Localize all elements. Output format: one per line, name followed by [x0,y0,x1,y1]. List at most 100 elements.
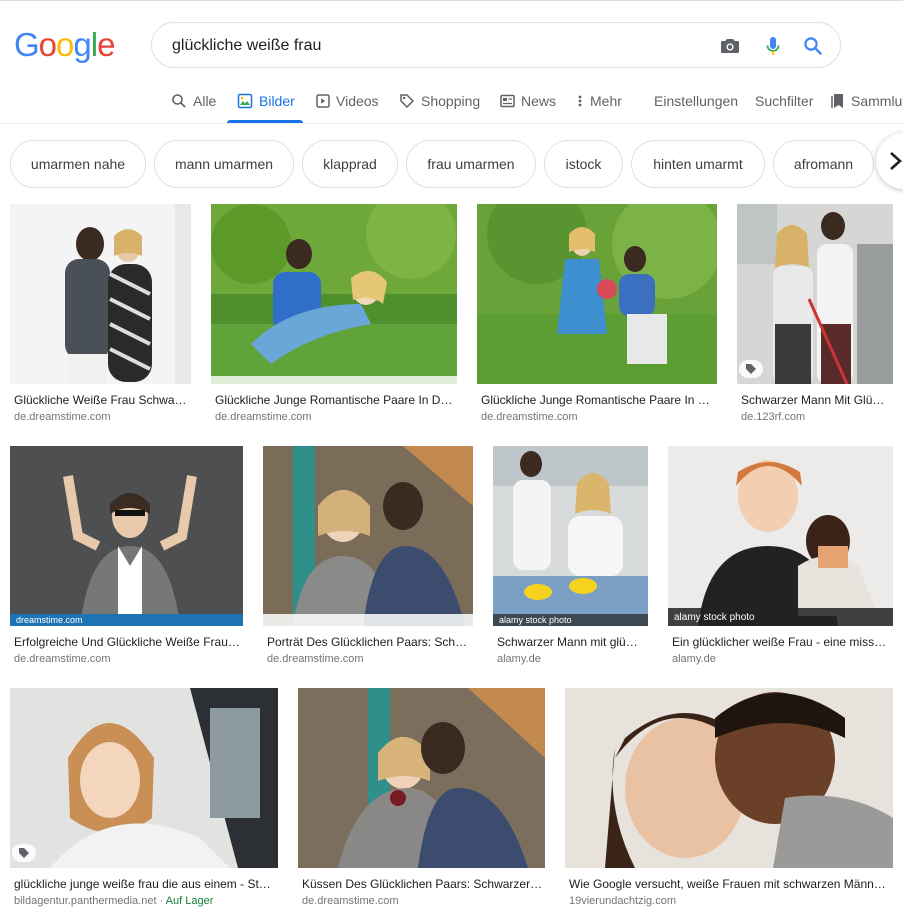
result-title[interactable]: Schwarzer Mann Mit Glü… [741,393,893,407]
logo-letter: o [38,26,57,63]
result-title[interactable]: Glückliche Junge Romantische Paare In … [481,393,717,407]
tab-label: Bilder [259,93,295,109]
related-searches: umarmen nahe mann umarmen klapprad frau … [0,140,903,188]
tab-videos[interactable]: Videos [316,80,379,122]
result-title[interactable]: Schwarzer Mann mit glü… [497,635,648,649]
result-thumbnail[interactable] [737,204,893,384]
video-icon [316,94,330,108]
result-source[interactable]: alamy.de [672,652,716,666]
result-source[interactable]: de.dreamstime.com [14,652,111,666]
result-source[interactable]: de.123rf.com [741,410,805,424]
tab-label: Alle [193,93,217,109]
result-thumbnail[interactable] [10,446,243,626]
tag-icon [746,364,756,374]
result-title[interactable]: Wie Google versucht, weiße Frauen mit sc… [569,877,891,891]
tab-label: News [521,93,557,109]
tab-shopping[interactable]: Shopping [399,80,480,122]
tab-images[interactable]: Bilder [237,80,295,122]
result-title[interactable]: Glückliche Junge Romantische Paare In D… [215,393,457,407]
image-result[interactable]: dreamstime.com Erfolgreiche Und Glücklic… [10,446,243,672]
tools-link[interactable]: Suchfilter [755,80,813,122]
related-chip[interactable]: mann umarmen [154,140,294,188]
watermark-text: alamy stock photo [674,612,755,623]
result-source[interactable]: de.dreamstime.com [215,410,312,424]
result-thumbnail[interactable] [493,446,648,626]
search-input[interactable]: glückliche weiße frau [172,35,321,57]
tab-label: Shopping [421,93,481,109]
search-icon[interactable] [801,34,825,58]
related-chip[interactable]: hinten umarmt [631,140,765,188]
image-result[interactable]: alamy stock photo Ein glücklicher weiße … [668,446,893,672]
result-thumbnail[interactable] [565,688,893,868]
related-chip[interactable]: klapprad [302,140,398,188]
tabs-divider [0,123,903,124]
chevron-right-icon [890,152,902,170]
tab-label: Mehr [590,93,622,109]
search-icon [172,94,186,108]
image-result[interactable]: Schwarzer Mann Mit Glü… de.123rf.com [737,204,893,430]
image-result[interactable]: Porträt Des Glücklichen Paars: Sch… de.d… [263,446,473,672]
image-result[interactable]: Glückliche Junge Romantische Paare In D…… [211,204,457,430]
related-chip[interactable]: istock [544,140,623,188]
search-box[interactable]: glückliche weiße frau [151,22,841,68]
tag-badge [12,844,36,862]
tag-icon [19,848,29,858]
tab-more[interactable]: Mehr [576,80,622,122]
logo-letter: e [97,26,115,63]
collections-link[interactable]: Sammlungen [831,80,903,122]
related-chip[interactable]: frau umarmen [406,140,536,188]
result-thumbnail[interactable] [211,204,457,384]
bookmark-icon [831,94,843,108]
image-result[interactable]: alamy stock photo Schwarzer Mann mit glü… [493,446,648,672]
in-stock-label: Auf Lager [165,895,214,907]
related-chip[interactable]: umarmen nahe [10,140,146,188]
microphone-icon[interactable] [761,34,785,58]
tab-label: Suchfilter [755,93,814,109]
result-source[interactable]: alamy.de [497,652,541,666]
result-title[interactable]: Küssen Des Glücklichen Paars: Schwarzer… [302,877,545,891]
search-tabs: Alle Bilder Videos Shopping News Mehr Ei… [0,80,903,124]
news-icon [500,94,515,108]
result-source[interactable]: de.dreamstime.com [267,652,364,666]
image-icon [237,93,253,109]
result-thumbnail[interactable] [10,688,278,868]
result-thumbnail[interactable] [668,446,893,626]
result-source[interactable]: de.dreamstime.com [481,410,578,424]
tag-icon [400,94,415,109]
related-chip[interactable]: afromann [773,140,874,188]
image-result[interactable]: glückliche junge weiße frau die aus eine… [10,688,278,914]
image-result[interactable]: Küssen Des Glücklichen Paars: Schwarzer…… [298,688,545,914]
logo-letter: o [56,26,74,63]
result-title[interactable]: glückliche junge weiße frau die aus eine… [14,877,278,891]
result-title[interactable]: Porträt Des Glücklichen Paars: Sch… [267,635,473,649]
image-result[interactable]: Wie Google versucht, weiße Frauen mit sc… [565,688,893,914]
tab-label: Einstellungen [654,93,739,109]
settings-link[interactable]: Einstellungen [654,80,738,122]
tag-badge [739,360,763,378]
result-source[interactable]: de.dreamstime.com [14,410,111,424]
watermark-text: alamy stock photo [499,615,572,625]
image-result[interactable]: Glückliche Weiße Frau Schwa… de.dreamsti… [10,204,191,430]
result-thumbnail[interactable] [10,204,191,384]
result-source[interactable]: de.dreamstime.com [302,894,399,908]
tab-label: Sammlungen [851,93,903,109]
result-thumbnail[interactable] [298,688,545,868]
logo-letter: G [14,26,40,63]
result-title[interactable]: Ein glücklicher weiße Frau - eine miss… [672,635,893,649]
google-logo[interactable]: Google [14,26,115,64]
result-thumbnail[interactable] [477,204,717,384]
result-title[interactable]: Glückliche Weiße Frau Schwa… [14,393,191,407]
result-source-domain: bildagentur.panthermedia.net [14,895,157,907]
tab-all[interactable]: Alle [171,80,216,122]
image-result[interactable]: Glückliche Junge Romantische Paare In … … [477,204,717,430]
result-thumbnail[interactable] [263,446,473,626]
more-vert-icon [578,95,582,107]
tab-news[interactable]: News [500,80,556,122]
result-source[interactable]: 19vierundachtzig.com [569,894,676,908]
result-title[interactable]: Erfolgreiche Und Glückliche Weiße Frau… [14,635,243,649]
camera-icon[interactable] [718,34,742,58]
result-source[interactable]: bildagentur.panthermedia.net · Auf Lager [14,894,213,908]
tab-label: Videos [336,93,379,109]
top-border [0,0,903,1]
logo-letter: g [73,26,91,63]
